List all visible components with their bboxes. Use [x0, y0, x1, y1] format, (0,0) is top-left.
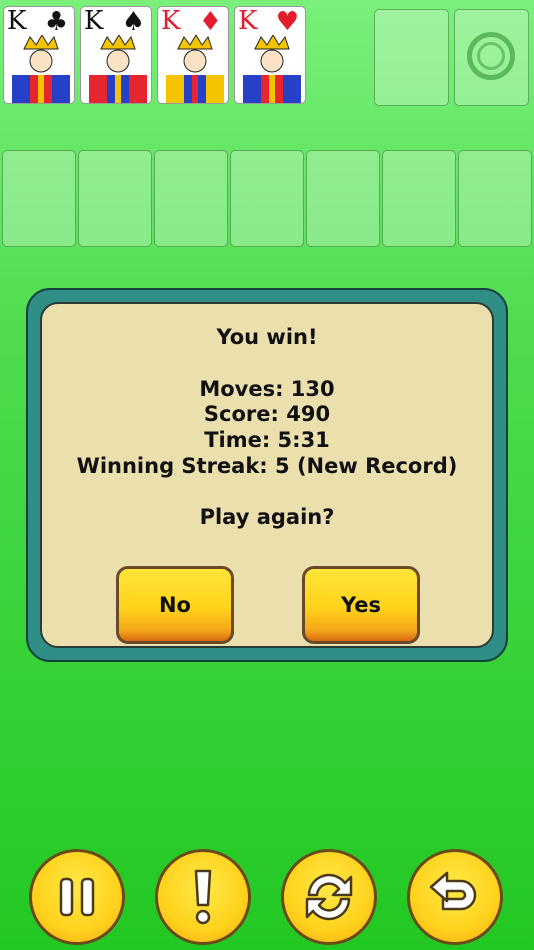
- heart-suit-icon: ♥: [275, 7, 299, 37]
- score-value: Score: 490: [203, 402, 331, 426]
- moves-count: Moves: 130: [199, 377, 335, 401]
- play-again-prompt: Play again?: [199, 505, 335, 529]
- yes-button[interactable]: Yes: [302, 566, 420, 644]
- tableau-slot[interactable]: [2, 150, 76, 247]
- tableau-slot[interactable]: [78, 150, 152, 247]
- card-rank: K: [84, 6, 104, 36]
- restart-button[interactable]: [281, 849, 377, 945]
- undo-button[interactable]: [407, 849, 503, 945]
- king-figure-icon: [166, 35, 224, 103]
- winning-streak: Winning Streak: 5 (New Record): [76, 454, 458, 478]
- stock-pile-slot[interactable]: [454, 9, 529, 106]
- foundation-card-clubs[interactable]: K ♣: [3, 6, 75, 104]
- win-dialog: You win! Moves: 130 Score: 490 Time: 5:3…: [26, 288, 508, 662]
- tableau-slot[interactable]: [230, 150, 304, 247]
- waste-pile-slot[interactable]: [374, 9, 449, 106]
- foundation-card-hearts[interactable]: K ♥: [234, 6, 306, 104]
- hint-icon: [194, 869, 212, 925]
- tableau-slot[interactable]: [458, 150, 532, 247]
- king-figure-icon: [12, 35, 70, 103]
- diamond-suit-icon: ♦: [198, 7, 222, 37]
- recycle-ring-icon: [467, 32, 515, 80]
- win-title: You win!: [216, 325, 318, 349]
- pause-icon: [59, 877, 95, 917]
- restart-icon: [305, 873, 353, 921]
- king-figure-icon: [243, 35, 301, 103]
- no-button[interactable]: No: [116, 566, 234, 644]
- club-suit-icon: ♣: [44, 7, 68, 37]
- tableau-slot[interactable]: [154, 150, 228, 247]
- card-rank: K: [161, 6, 181, 36]
- card-rank: K: [7, 6, 27, 36]
- tableau-slot[interactable]: [382, 150, 456, 247]
- time-value: Time: 5:31: [204, 428, 330, 452]
- spade-suit-icon: ♠: [121, 7, 145, 37]
- tableau-slot[interactable]: [306, 150, 380, 247]
- card-rank: K: [238, 6, 258, 36]
- foundation-card-diamonds[interactable]: K ♦: [157, 6, 229, 104]
- foundation-card-spades[interactable]: K ♠: [80, 6, 152, 104]
- undo-icon: [429, 871, 477, 911]
- pause-button[interactable]: [29, 849, 125, 945]
- win-dialog-panel: You win! Moves: 130 Score: 490 Time: 5:3…: [40, 302, 494, 648]
- hint-button[interactable]: [155, 849, 251, 945]
- king-figure-icon: [89, 35, 147, 103]
